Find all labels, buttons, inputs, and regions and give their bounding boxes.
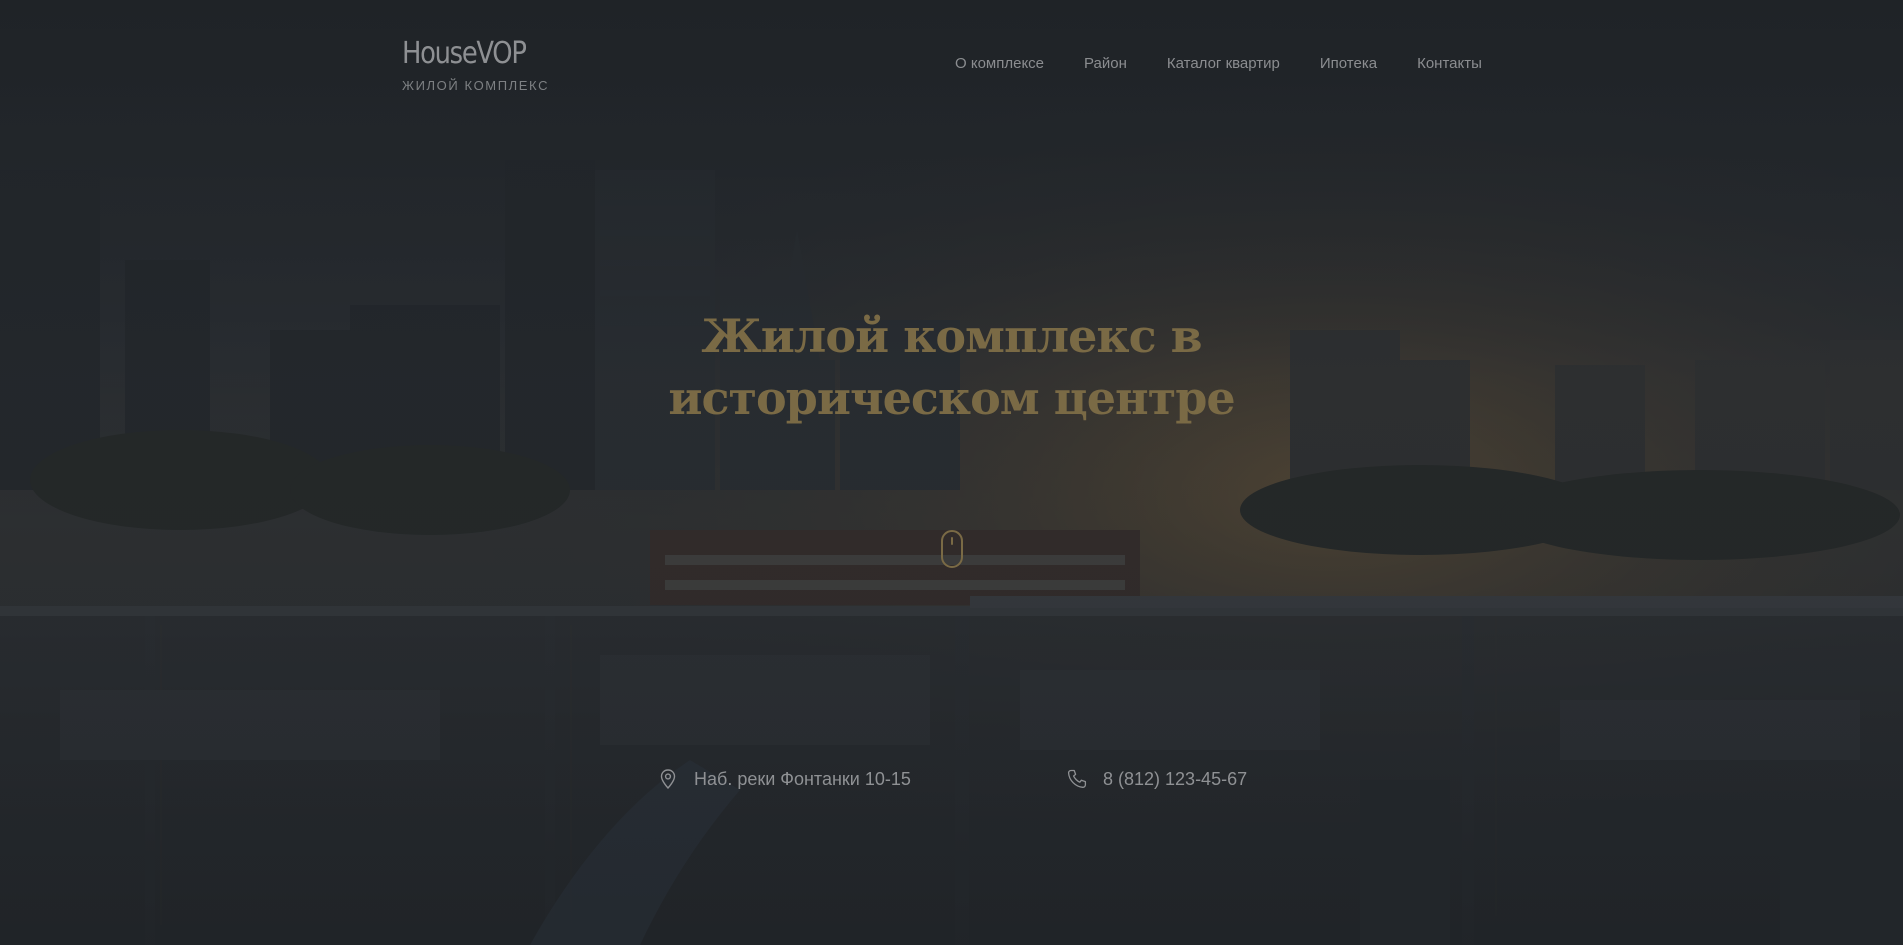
- main-nav: О комплексе Район Каталог квартир Ипотек…: [955, 55, 1482, 73]
- nav-item-catalog[interactable]: Каталог квартир: [1167, 55, 1280, 73]
- phone-contact: 8 (812) 123-45-67: [1066, 764, 1247, 794]
- nav-item-contacts[interactable]: Контакты: [1417, 55, 1482, 73]
- hero-title: Жилой комплекс в историческом центре: [0, 305, 1903, 429]
- nav-item-about[interactable]: О комплексе: [955, 55, 1044, 73]
- hero-section: HouseVOP ЖИЛОЙ КОМПЛЕКС О комплексе Райо…: [0, 0, 1903, 945]
- site-header: HouseVOP ЖИЛОЙ КОМПЛЕКС О комплексе Райо…: [0, 0, 1903, 120]
- address-text: Наб. реки Фонтанки 10-15: [694, 768, 911, 789]
- location-pin-icon: [660, 769, 676, 790]
- logo[interactable]: HouseVOP ЖИЛОЙ КОМПЛЕКС: [402, 36, 582, 93]
- nav-item-mortgage[interactable]: Ипотека: [1320, 55, 1377, 73]
- phone-icon: [1067, 769, 1087, 788]
- dark-overlay: [0, 0, 1903, 945]
- phone-link[interactable]: 8 (812) 123-45-67: [1103, 769, 1247, 790]
- contacts-row: Наб. реки Фонтанки 10-15 8 (812) 123-45-…: [0, 764, 1903, 794]
- nav-item-district[interactable]: Район: [1084, 55, 1127, 73]
- hero-title-line-2: историческом центре: [668, 371, 1235, 425]
- logo-subtitle: ЖИЛОЙ КОМПЛЕКС: [402, 78, 550, 93]
- mouse-scroll-icon[interactable]: [940, 529, 964, 569]
- address-contact: Наб. реки Фонтанки 10-15: [657, 764, 911, 794]
- logo-title: HouseVOP: [402, 36, 527, 71]
- hero-title-line-1: Жилой комплекс в: [701, 309, 1202, 363]
